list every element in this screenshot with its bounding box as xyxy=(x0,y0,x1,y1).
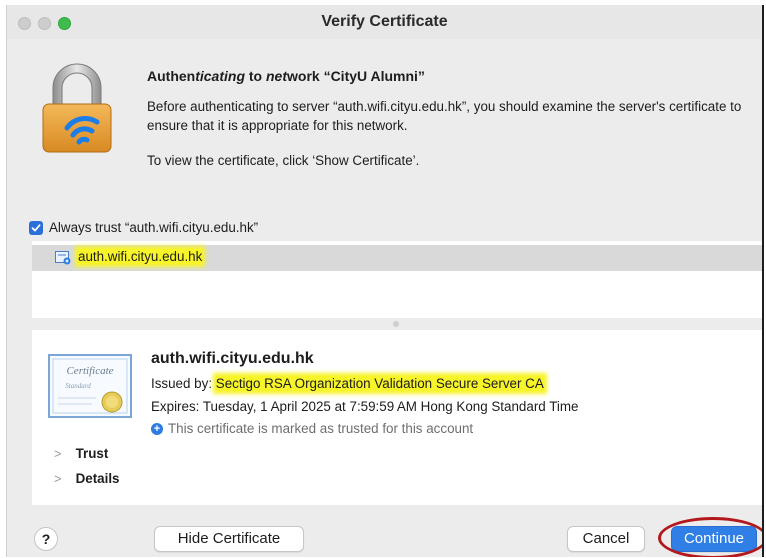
chevron-right-icon: > xyxy=(54,471,62,486)
certificate-list-item-label: auth.wifi.cityu.edu.hk xyxy=(78,249,203,264)
certificate-image-subtitle: Standard xyxy=(65,382,91,390)
details-disclosure[interactable]: > Details xyxy=(54,471,120,486)
always-trust-label: Always trust “auth.wifi.cityu.edu.hk” xyxy=(49,220,259,235)
message-heading: Authenticating to network “CityU Alumni” xyxy=(147,68,425,84)
certificate-standard-icon: Certificate Standard xyxy=(48,354,132,418)
trust-disclosure[interactable]: > Trust xyxy=(54,446,108,461)
always-trust-checkbox[interactable] xyxy=(29,220,43,235)
message-paragraph: Before authenticating to server “auth.wi… xyxy=(147,99,742,133)
certificate-image-title: Certificate xyxy=(66,365,113,377)
certificate-name: auth.wifi.cityu.edu.hk xyxy=(151,350,314,367)
divider-handle[interactable] xyxy=(393,321,399,327)
trusted-note: + This certificate is marked as trusted … xyxy=(151,421,473,436)
title-bar: Verify Certificate xyxy=(7,5,762,39)
help-button[interactable]: ? xyxy=(34,527,58,551)
hide-certificate-button[interactable]: Hide Certificate xyxy=(154,526,304,552)
split-view-divider[interactable] xyxy=(32,318,762,330)
certificate-list-item[interactable]: auth.wifi.cityu.edu.hk xyxy=(32,245,762,271)
certificate-small-icon xyxy=(55,251,71,265)
certificate-details-pane: Certificate Standard auth.wifi.cityu.edu… xyxy=(32,330,762,505)
certificate-list: auth.wifi.cityu.edu.hk xyxy=(32,241,762,318)
window-title: Verify Certificate xyxy=(321,13,448,30)
message-instruction: To view the certificate, click ‘Show Cer… xyxy=(147,153,420,168)
issued-by-row: Issued by: Sectigo RSA Organization Vali… xyxy=(151,376,544,391)
trust-disclosure-label: Trust xyxy=(75,446,109,461)
cancel-button[interactable]: Cancel xyxy=(567,526,645,552)
expiry-date: Expires: Tuesday, 1 April 2025 at 7:59:5… xyxy=(151,399,579,414)
issued-by-label: Issued by: xyxy=(151,376,216,391)
lock-wifi-icon xyxy=(42,63,112,153)
details-disclosure-label: Details xyxy=(75,471,120,486)
trusted-note-text: This certificate is marked as trusted fo… xyxy=(168,421,474,436)
verify-certificate-dialog: Verify Certificate Authenticating to net… xyxy=(6,5,764,557)
chevron-right-icon: > xyxy=(54,446,62,461)
annotation-ring xyxy=(658,517,762,557)
plus-circle-icon: + xyxy=(151,422,163,435)
checkmark-icon xyxy=(31,223,41,231)
always-trust-row[interactable]: Always trust “auth.wifi.cityu.edu.hk” xyxy=(29,220,258,235)
issuer-name: Sectigo RSA Organization Validation Secu… xyxy=(215,376,544,391)
